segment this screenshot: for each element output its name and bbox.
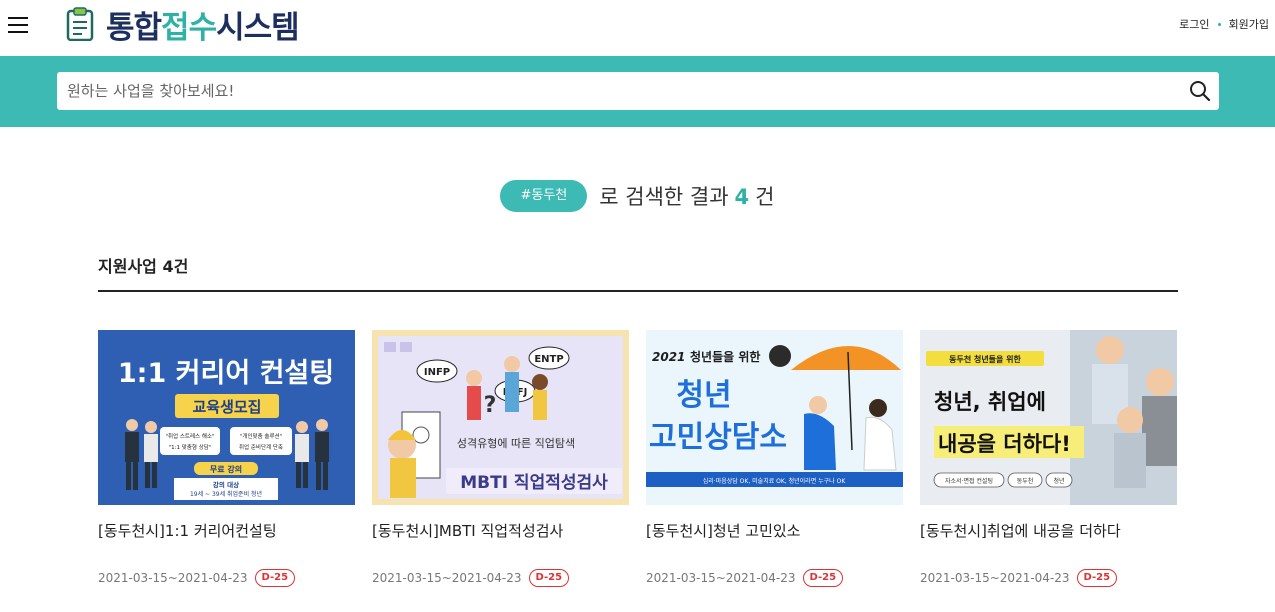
svg-text:무료 강의: 무료 강의 (210, 464, 242, 474)
login-link[interactable]: 로그인 (1179, 16, 1209, 32)
svg-text:MBTI 직업적성검사: MBTI 직업적성검사 (460, 473, 608, 493)
svg-text:19세 ~ 39세 취업준비 청년: 19세 ~ 39세 취업준비 청년 (190, 490, 262, 498)
card-thumbnail: 동두천 청년들을 위한 청년, 취업에 내공을 더하다! 자소서·면접 컨설팅 … (920, 330, 1177, 505)
dday-badge: D-25 (802, 569, 844, 587)
card-title[interactable]: [동두천시]취업에 내공을 더하다 (920, 520, 1121, 541)
svg-text:청년: 청년 (1053, 477, 1064, 485)
svg-text:취업 준비단계 단축: 취업 준비단계 단축 (239, 443, 283, 451)
search-icon[interactable] (1189, 80, 1211, 102)
svg-text:ENTP: ENTP (534, 354, 563, 365)
separator-dot (1217, 22, 1221, 26)
svg-text:동두천: 동두천 (1017, 477, 1034, 485)
card-title[interactable]: [동두천시]청년 고민있소 (646, 520, 800, 541)
logo[interactable]: 통합접수시스템 (66, 4, 300, 46)
program-card[interactable]: 1:1 커리어 컨설팅 교육생모집 "취업 스트레스 해소" "1:1 맞춤형 … (98, 330, 355, 587)
svg-text:1:1 커리어 컨설팅: 1:1 커리어 컨설팅 (118, 358, 334, 389)
svg-text:"개인맞춤 솔루션": "개인맞춤 솔루션" (240, 432, 282, 440)
svg-text:자소서·면접 컨설팅: 자소서·면접 컨설팅 (945, 477, 993, 485)
search-band (0, 56, 1275, 127)
dday-badge: D-25 (1076, 569, 1118, 587)
svg-text:교육생모집: 교육생모집 (192, 398, 261, 416)
dday-badge: D-25 (254, 569, 296, 587)
program-card[interactable]: 2021 청년들을 위한 청년 고민상담소 심리·마음상담 OK, 미술치료 O… (646, 330, 903, 587)
card-meta: 2021-03-15~2021-04-23 D-25 (920, 569, 1118, 587)
program-card[interactable]: INFP ESFJ ENTP ? 성격유형에 따른 직업탐색 MBTI 직업적성… (372, 330, 629, 587)
menu-icon[interactable] (8, 17, 28, 33)
card-list: 1:1 커리어 컨설팅 교육생모집 "취업 스트레스 해소" "1:1 맞춤형 … (98, 330, 1178, 610)
card-date: 2021-03-15~2021-04-23 (920, 571, 1070, 585)
svg-text:"취업 스트레스 해소": "취업 스트레스 해소" (165, 432, 214, 440)
section-title: 지원사업 4건 (98, 257, 189, 276)
svg-text:INFP: INFP (424, 367, 450, 378)
card-meta: 2021-03-15~2021-04-23 D-25 (646, 569, 844, 587)
clipboard-icon (66, 7, 94, 41)
svg-text:내공을 더하다!: 내공을 더하다! (938, 432, 1071, 456)
program-card[interactable]: 동두천 청년들을 위한 청년, 취업에 내공을 더하다! 자소서·면접 컨설팅 … (920, 330, 1177, 587)
result-summary: #동두천 로 검색한 결과 4 건 (0, 180, 1275, 212)
card-meta: 2021-03-15~2021-04-23 D-25 (372, 569, 570, 587)
svg-text:동두천 청년들을 위한: 동두천 청년들을 위한 (949, 354, 1021, 364)
search-box (57, 72, 1219, 110)
card-date: 2021-03-15~2021-04-23 (646, 571, 796, 585)
svg-text:?: ? (484, 393, 497, 418)
card-title[interactable]: [동두천시]MBTI 직업적성검사 (372, 520, 563, 541)
result-count: 4 (734, 185, 750, 209)
search-tag-chip[interactable]: #동두천 (500, 180, 588, 212)
svg-text:2021: 2021 (652, 350, 685, 364)
svg-text:심리·마음상담 OK, 미술치료 OK, 청년이라면 누구나: 심리·마음상담 OK, 미술치료 OK, 청년이라면 누구나 OK (703, 477, 847, 485)
card-thumbnail: INFP ESFJ ENTP ? 성격유형에 따른 직업탐색 MBTI 직업적성… (372, 330, 629, 505)
card-thumbnail: 1:1 커리어 컨설팅 교육생모집 "취업 스트레스 해소" "1:1 맞춤형 … (98, 330, 355, 505)
card-date: 2021-03-15~2021-04-23 (98, 571, 248, 585)
svg-text:청년, 취업에: 청년, 취업에 (934, 390, 1046, 414)
card-title[interactable]: [동두천시]1:1 커리어컨설팅 (98, 520, 277, 541)
signup-link[interactable]: 회원가입 (1229, 16, 1269, 32)
card-date: 2021-03-15~2021-04-23 (372, 571, 522, 585)
svg-text:청년들을 위한: 청년들을 위한 (690, 349, 760, 364)
svg-text:성격유형에 따른 직업탐색: 성격유형에 따른 직업탐색 (457, 437, 575, 450)
top-links: 로그인 회원가입 (1179, 16, 1269, 32)
result-text: 로 검색한 결과 4 건 (599, 185, 775, 209)
logo-text: 통합접수시스템 (106, 9, 300, 46)
card-meta: 2021-03-15~2021-04-23 D-25 (98, 569, 296, 587)
search-input[interactable] (67, 72, 1177, 110)
svg-text:청년: 청년 (676, 378, 731, 413)
svg-text:강의 대상: 강의 대상 (213, 480, 239, 489)
svg-text:"1:1 맞춤형 상담": "1:1 맞춤형 상담" (169, 443, 212, 451)
dday-badge: D-25 (528, 569, 570, 587)
header: 통합접수시스템 로그인 회원가입 (0, 0, 1275, 56)
svg-text:고민상담소: 고민상담소 (649, 420, 787, 455)
section-divider (98, 290, 1178, 292)
card-thumbnail: 2021 청년들을 위한 청년 고민상담소 심리·마음상담 OK, 미술치료 O… (646, 330, 903, 505)
